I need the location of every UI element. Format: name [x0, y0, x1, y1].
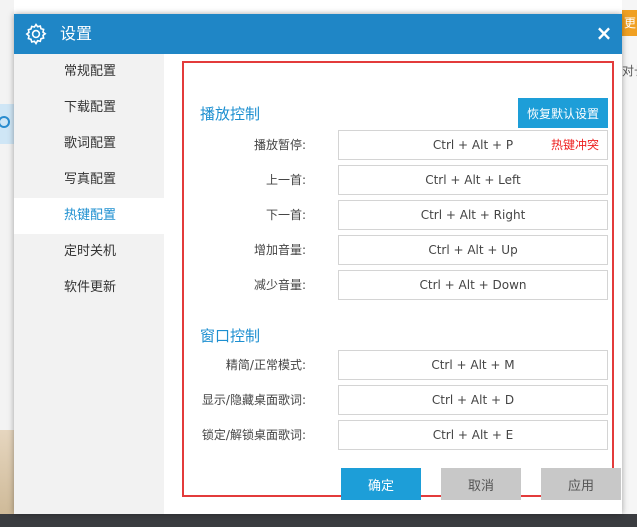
hotkey-label-volume-up: 增加音量:	[253, 243, 306, 257]
hotkey-label-volume-down: 减少音量:	[253, 278, 306, 292]
sidebar-item-portrait[interactable]: 写真配置	[14, 162, 164, 198]
sidebar-item-lyrics[interactable]: 歌词配置	[14, 126, 164, 162]
background-app-right: 更 对长	[622, 0, 637, 527]
background-button: 更	[622, 10, 637, 36]
hotkey-label-mini-mode: 精简/正常模式:	[225, 358, 306, 372]
section-title-window-control: 窗口控制	[200, 327, 261, 345]
sidebar-item-hotkeys[interactable]: 热键配置	[14, 198, 164, 234]
hotkey-field-next[interactable]: Ctrl + Alt + Right	[338, 200, 608, 230]
hotkey-label-next: 下一首:	[265, 208, 306, 222]
hotkey-field-volume-up[interactable]: Ctrl + Alt + Up	[338, 235, 608, 265]
sidebar-item-updates[interactable]: 软件更新	[14, 270, 164, 306]
apply-button[interactable]: 应用	[541, 468, 621, 500]
background-app-left	[0, 0, 14, 527]
highlight-frame: 播放控制 恢复默认设置 播放暂停: Ctrl + Alt + P 热键冲突 上一…	[182, 61, 621, 500]
sidebar-item-download[interactable]: 下载配置	[14, 90, 164, 126]
gear-icon	[25, 23, 47, 45]
section-title-playback: 播放控制	[200, 105, 261, 123]
restore-defaults-button[interactable]: 恢复默认设置	[518, 98, 608, 128]
hotkey-field-desktop-lyrics-lock[interactable]: Ctrl + Alt + E	[338, 420, 608, 450]
hotkey-field-desktop-lyrics-toggle[interactable]: Ctrl + Alt + D	[338, 385, 608, 415]
cancel-button[interactable]: 取消	[441, 468, 521, 500]
hotkey-settings-panel: 播放控制 恢复默认设置 播放暂停: Ctrl + Alt + P 热键冲突 上一…	[164, 54, 622, 514]
hotkey-field-previous[interactable]: Ctrl + Alt + Left	[338, 165, 608, 195]
settings-dialog: 设置 × 常规配置 下载配置 歌词配置 写真配置 热键配置 定时关机 软件更新 …	[14, 14, 622, 514]
hotkey-label-play-pause: 播放暂停:	[253, 138, 306, 152]
taskbar-strip	[0, 514, 637, 527]
dialog-titlebar: 设置 ×	[14, 14, 622, 54]
ok-button[interactable]: 确定	[341, 468, 421, 500]
close-icon[interactable]: ×	[594, 22, 614, 44]
hotkey-label-previous: 上一首:	[265, 173, 306, 187]
hotkey-label-desktop-lyrics-lock: 锁定/解锁桌面歌词:	[201, 428, 306, 442]
hotkey-label-desktop-lyrics-toggle: 显示/隐藏桌面歌词:	[201, 393, 306, 407]
hotkey-field-volume-down[interactable]: Ctrl + Alt + Down	[338, 270, 608, 300]
background-text: 对长	[622, 64, 637, 78]
sidebar-item-timer-shutdown[interactable]: 定时关机	[14, 234, 164, 270]
hotkey-field-play-pause[interactable]: Ctrl + Alt + P 热键冲突	[338, 130, 608, 160]
hotkey-conflict-warning: 热键冲突	[550, 138, 599, 152]
sidebar-item-general[interactable]: 常规配置	[14, 54, 164, 90]
hotkey-field-mini-mode[interactable]: Ctrl + Alt + M	[338, 350, 608, 380]
hotkey-value: Ctrl + Alt + P	[432, 138, 514, 152]
background-image-fragment	[0, 430, 14, 520]
dialog-title: 设置	[60, 24, 93, 43]
settings-sidebar: 常规配置 下载配置 歌词配置 写真配置 热键配置 定时关机 软件更新	[14, 54, 164, 514]
